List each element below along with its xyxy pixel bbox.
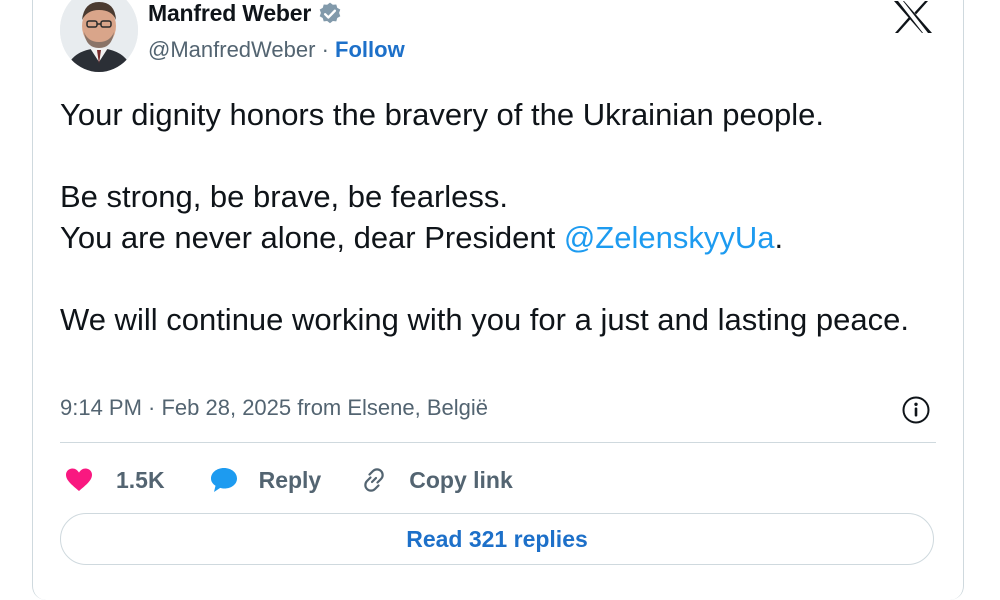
follow-button[interactable]: Follow	[335, 37, 405, 62]
like-button[interactable]: 1.5K	[64, 465, 165, 495]
divider	[60, 442, 936, 443]
info-icon[interactable]	[901, 395, 931, 425]
reply-label: Reply	[258, 466, 322, 493]
tweet-line-1: Your dignity honors the bravery of the U…	[60, 97, 824, 132]
reply-button[interactable]: Reply	[209, 465, 322, 495]
tweet-text: Your dignity honors the bravery of the U…	[60, 94, 940, 340]
tweet-line-3-prefix: You are never alone, dear President	[60, 220, 564, 255]
copy-link-label: Copy link	[409, 466, 513, 493]
copy-link-button[interactable]: Copy link	[359, 465, 513, 495]
tweet-timestamp[interactable]: 9:14 PM · Feb 28, 2025 from Elsene, Belg…	[60, 395, 488, 421]
heart-icon	[66, 468, 92, 491]
handle-row: @ManfredWeber · Follow	[148, 37, 405, 63]
action-bar: 1.5K Reply Copy link	[64, 460, 513, 500]
author-handle[interactable]: @ManfredWeber	[148, 37, 315, 62]
tweet-line-3-suffix: .	[774, 220, 784, 255]
like-count: 1.5K	[116, 466, 165, 493]
link-icon	[364, 468, 384, 492]
mention-link[interactable]: @ZelenskyyUa	[564, 220, 775, 255]
author-name[interactable]: Manfred Weber	[148, 0, 343, 27]
read-replies-button[interactable]: Read 321 replies	[60, 513, 934, 565]
x-logo-icon[interactable]	[892, 0, 934, 34]
verified-badge-icon	[319, 2, 341, 23]
tweet-line-4: We will continue working with you for a …	[60, 302, 909, 337]
handle-separator: ·	[321, 37, 329, 62]
reply-bubble-icon	[210, 468, 237, 492]
author-name-text[interactable]: Manfred Weber	[148, 0, 311, 27]
tweet-line-2: Be strong, be brave, be fearless.	[60, 179, 509, 214]
